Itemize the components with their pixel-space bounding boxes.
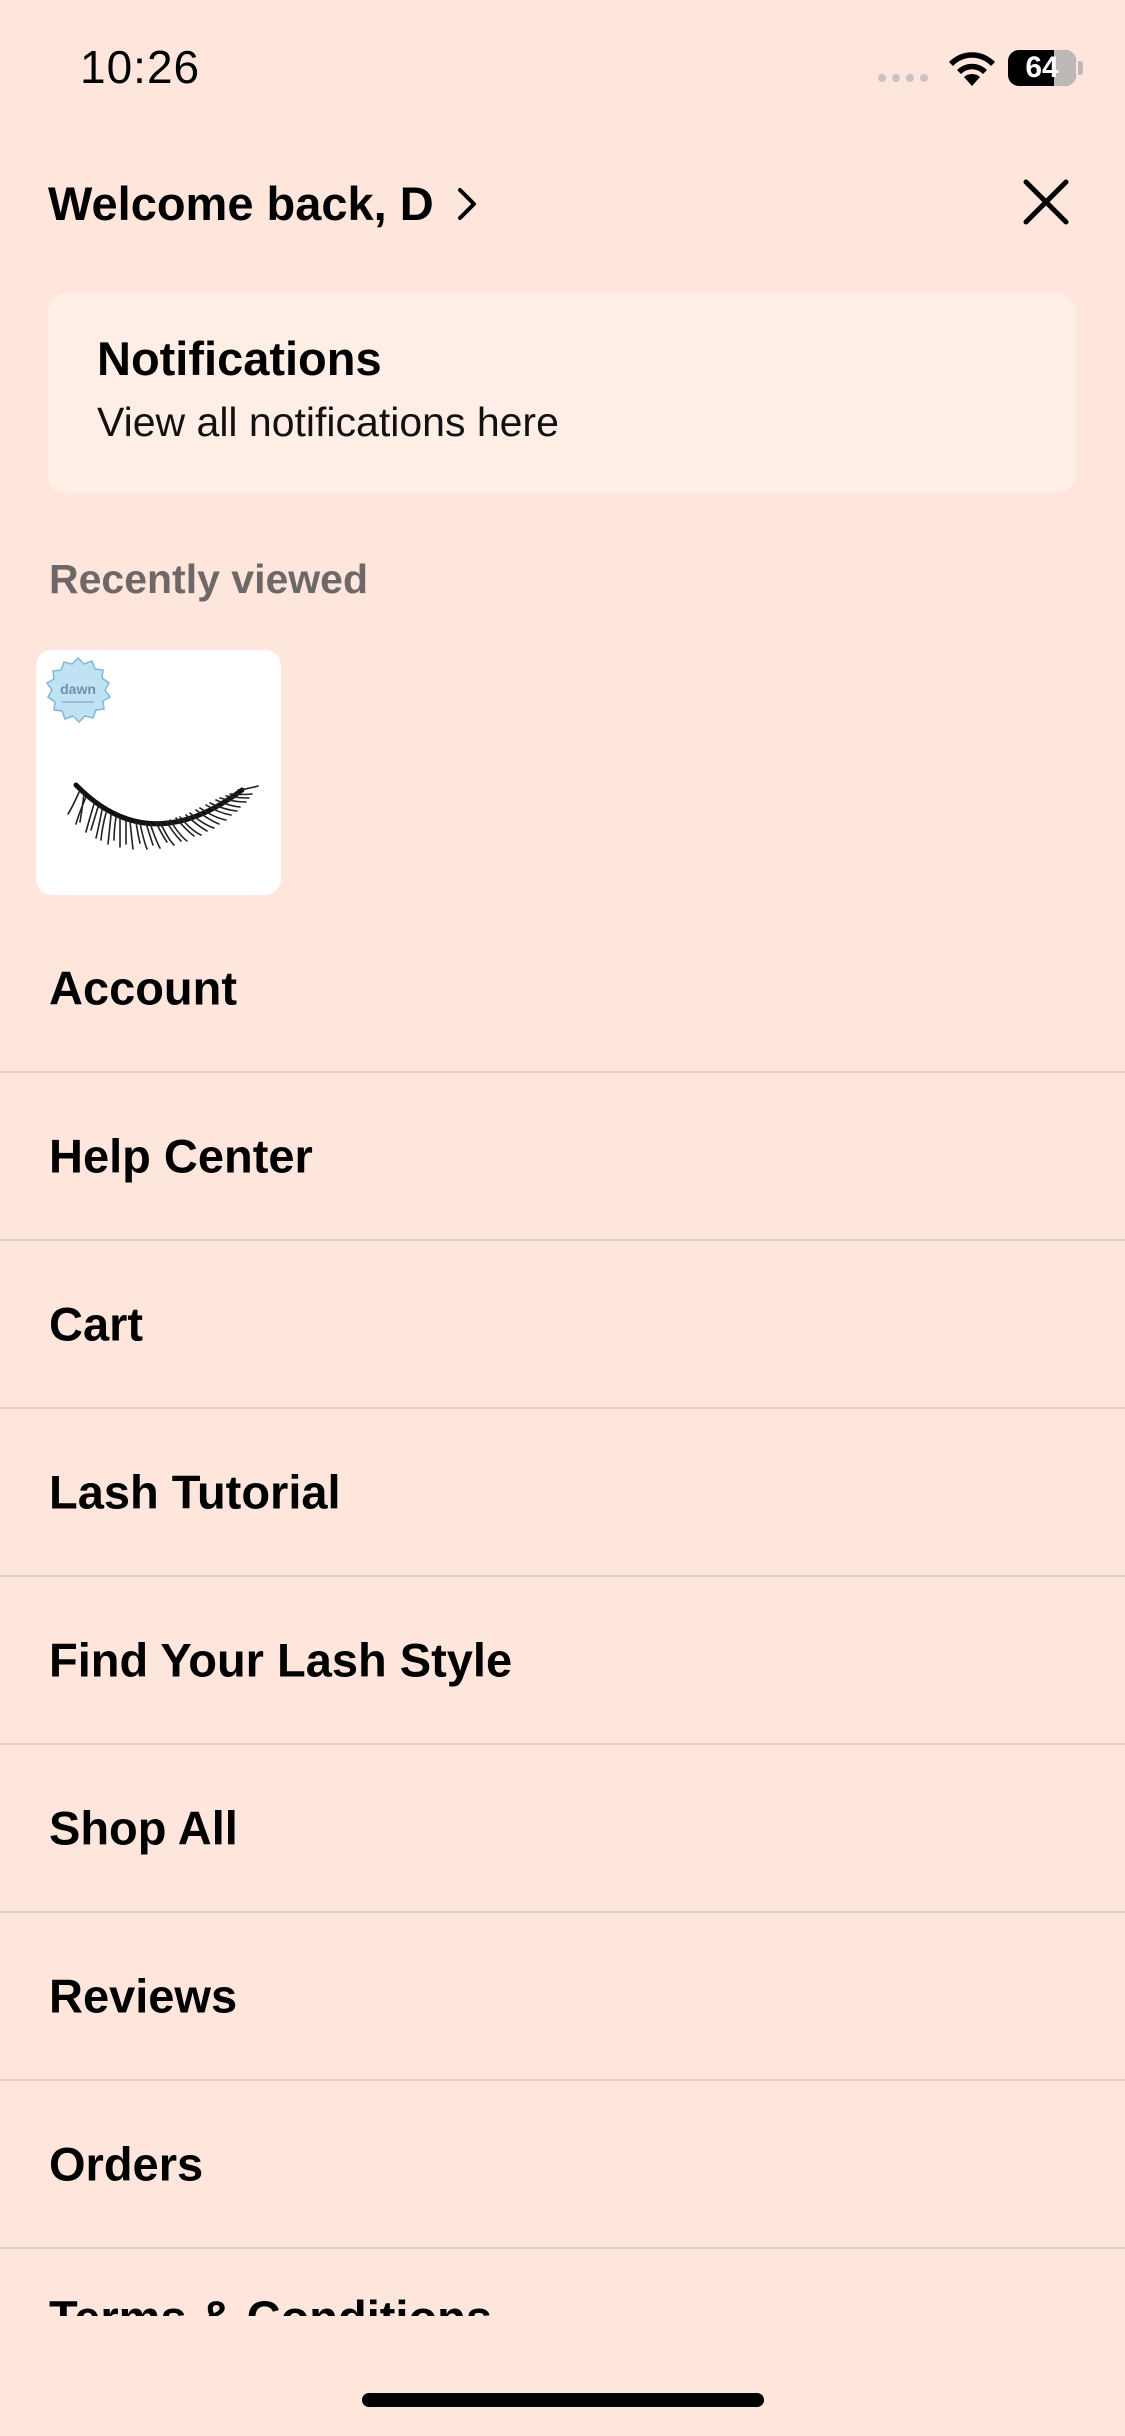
- menu-item-label: Help Center: [49, 1129, 313, 1183]
- notifications-card[interactable]: Notifications View all notifications her…: [48, 293, 1076, 493]
- welcome-account-link[interactable]: Welcome back, D: [48, 176, 482, 231]
- wifi-icon: [949, 52, 995, 86]
- menu-item-cart[interactable]: Cart: [0, 1241, 1125, 1409]
- status-time: 10:26: [80, 41, 201, 93]
- notifications-subtitle: View all notifications here: [97, 399, 559, 445]
- menu-item-label: Orders: [49, 2137, 204, 2191]
- menu-item-label: Terms & Conditions: [49, 2290, 492, 2316]
- menu-item-help-center[interactable]: Help Center: [0, 1073, 1125, 1241]
- recently-viewed-label: Recently viewed: [49, 556, 369, 602]
- menu-item-label: Find Your Lash Style: [49, 1633, 513, 1687]
- lash-product-image: [67, 782, 259, 850]
- menu-item-label: Reviews: [49, 1969, 238, 2023]
- welcome-text: Welcome back, D: [48, 177, 434, 230]
- menu-item-shop-all[interactable]: Shop All: [0, 1745, 1125, 1913]
- menu-item-label: Cart: [49, 1297, 144, 1351]
- menu-item-label: Shop All: [49, 1801, 238, 1855]
- chevron-right-icon: [457, 187, 476, 220]
- notifications-title: Notifications: [97, 332, 382, 385]
- menu-list: Account Help Center Cart Lash Tutorial F…: [0, 905, 1125, 2249]
- status-bar: 10:26 64: [0, 0, 1125, 140]
- close-icon[interactable]: [1014, 170, 1078, 234]
- battery-icon: 64: [1008, 50, 1076, 86]
- menu-item-orders[interactable]: Orders: [0, 2081, 1125, 2249]
- battery-level: 64: [1025, 51, 1059, 84]
- menu-item-lash-tutorial[interactable]: Lash Tutorial: [0, 1409, 1125, 1577]
- menu-item-terms-conditions[interactable]: Terms & Conditions: [0, 2270, 1125, 2316]
- home-indicator[interactable]: [362, 2393, 764, 2407]
- cellular-signal-icon: [878, 74, 928, 82]
- menu-item-find-your-lash-style[interactable]: Find Your Lash Style: [0, 1577, 1125, 1745]
- menu-header: Welcome back, D: [48, 176, 1078, 238]
- menu-item-label: Account: [49, 961, 237, 1015]
- menu-item-label: Lash Tutorial: [49, 1465, 341, 1519]
- badge-text: dawn: [60, 681, 96, 697]
- menu-item-reviews[interactable]: Reviews: [0, 1913, 1125, 2081]
- recently-viewed-product[interactable]: dawn: [36, 650, 281, 895]
- menu-item-account[interactable]: Account: [0, 905, 1125, 1073]
- battery-tip: [1078, 61, 1083, 75]
